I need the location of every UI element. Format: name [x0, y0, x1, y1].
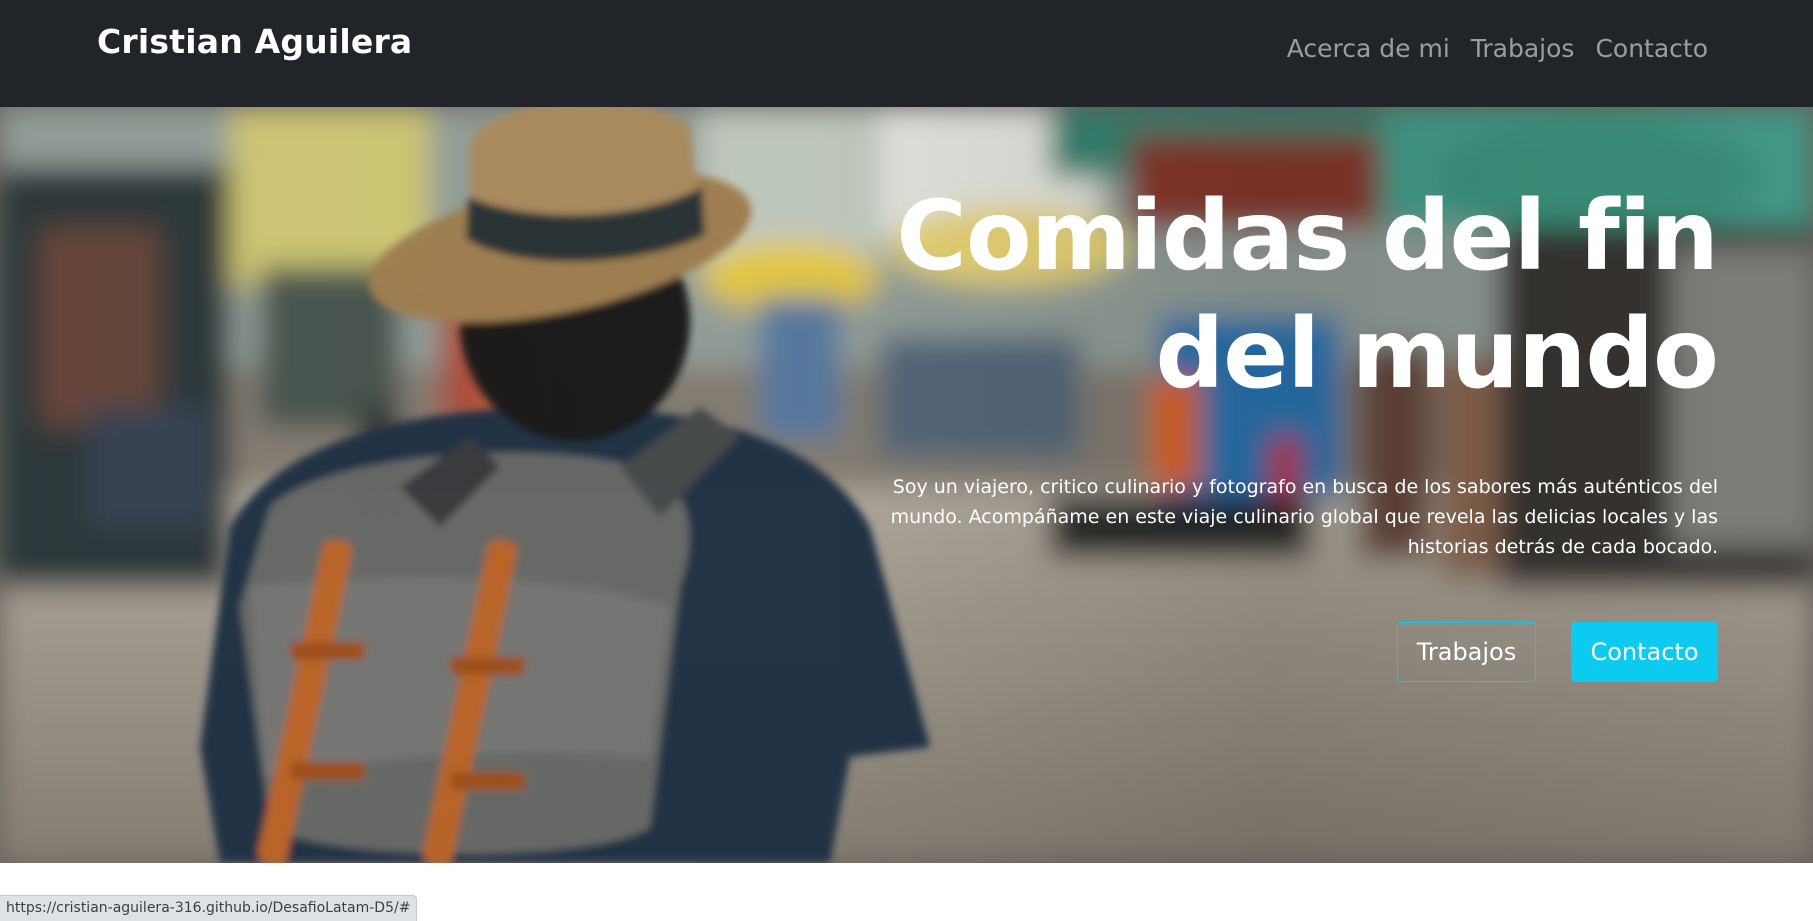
browser-status-url: https://cristian-aguilera-316.github.io/…: [0, 895, 418, 921]
contacto-button[interactable]: Contacto: [1571, 622, 1718, 682]
hero-section: Comidas del fin del mundo Soy un viajero…: [0, 107, 1813, 863]
nav-link-acerca[interactable]: Acerca de mi: [1287, 34, 1450, 63]
nav-link-trabajos[interactable]: Trabajos: [1471, 34, 1575, 63]
hero-description: Soy un viajero, critico culinario y foto…: [890, 476, 1718, 558]
brand-link[interactable]: Cristian Aguilera: [97, 22, 412, 61]
nav-links: Acerca de mi Trabajos Contacto: [1287, 34, 1708, 63]
top-navbar: Cristian Aguilera Acerca de mi Trabajos …: [0, 0, 1813, 107]
nav-link-contacto[interactable]: Contacto: [1595, 34, 1708, 63]
trabajos-button[interactable]: Trabajos: [1397, 622, 1536, 682]
hero-title: Comidas del fin del mundo: [896, 180, 1719, 410]
